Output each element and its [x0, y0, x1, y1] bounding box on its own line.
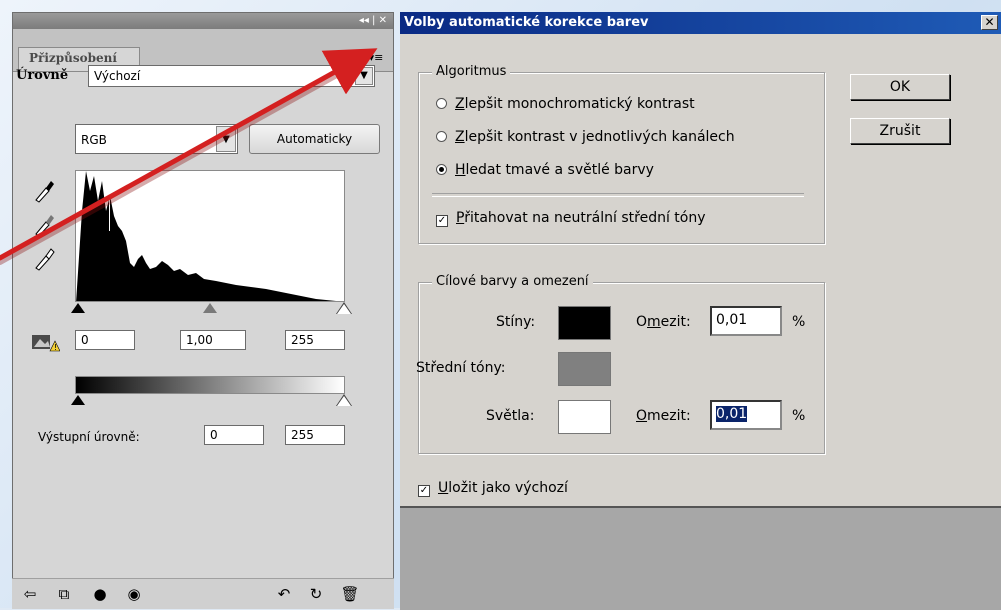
- mnemonic: P: [456, 210, 465, 226]
- preset-value: Výchozí: [94, 69, 141, 83]
- output-white-field[interactable]: 255: [285, 425, 345, 445]
- svg-text:!: !: [54, 343, 57, 352]
- output-white-handle[interactable]: [337, 396, 351, 406]
- output-gradient-bar: [75, 376, 345, 394]
- preset-select[interactable]: Výchozí ▼: [88, 65, 375, 87]
- algo-option-label: lepšit monochromatický kontrast: [464, 96, 695, 112]
- snap-neutral-checkbox[interactable]: ✓ Přitahovat na neutrální střední tóny: [436, 208, 706, 228]
- chevron-down-icon[interactable]: ▼: [216, 126, 236, 152]
- input-white-handle[interactable]: [337, 304, 351, 314]
- output-levels-slider[interactable]: [71, 393, 352, 407]
- highlights-clip-label: Omezit:: [636, 408, 691, 424]
- panel-bottom-toolbar: ⇦ ⧉ ● ◉ ↶ ↻ 🗑: [12, 578, 394, 609]
- dialog-preview-area: [400, 506, 1001, 610]
- shadows-clip-label: Omezit:: [636, 314, 691, 330]
- previous-state-icon[interactable]: ↶: [274, 585, 294, 603]
- clipping-warning-icon[interactable]: !: [30, 330, 60, 352]
- algorithm-legend: Algoritmus: [432, 64, 511, 79]
- highlights-label: Světla:: [486, 408, 535, 424]
- mnemonic: Z: [455, 96, 465, 112]
- panel-menu-icon[interactable]: ▾≡: [368, 51, 384, 65]
- percent-label: %: [792, 408, 806, 424]
- algo-option-label: lepšit kontrast v jednotlivých kanálech: [464, 129, 735, 145]
- input-gamma-handle[interactable]: [203, 303, 217, 313]
- percent-label: %: [792, 314, 806, 330]
- black-eyedropper-icon[interactable]: [32, 176, 56, 204]
- panel-title-bar: ◂◂ | ✕: [13, 13, 393, 29]
- save-default-checkbox[interactable]: ✓ Uložit jako výchozí: [418, 478, 568, 498]
- levels-label: Úrovně: [16, 68, 69, 83]
- white-eyedropper-icon[interactable]: [32, 244, 56, 272]
- dialog-title-bar: Volby automatické korekce barev ✕: [400, 12, 1001, 34]
- cancel-button[interactable]: Zrušit: [850, 118, 950, 144]
- highlights-swatch[interactable]: [558, 400, 611, 434]
- trash-icon[interactable]: 🗑: [340, 585, 360, 603]
- input-black-handle[interactable]: [71, 303, 85, 313]
- snap-neutral-label: řitahovat na neutrální střední tóny: [464, 210, 706, 226]
- auto-button[interactable]: Automaticky: [249, 124, 380, 154]
- mnemonic: Z: [455, 129, 465, 145]
- mask-icon[interactable]: ●: [90, 585, 110, 603]
- algo-option-1[interactable]: Zlepšit monochromatický kontrast: [436, 94, 695, 114]
- midtones-label: Střední tóny:: [416, 360, 506, 376]
- checkbox-checked[interactable]: ✓: [436, 215, 448, 227]
- algo-option-label: ledat tmavé a světlé barvy: [465, 162, 654, 178]
- ok-button[interactable]: OK: [850, 74, 950, 100]
- algo-option-3[interactable]: Hledat tmavé a světlé barvy: [436, 160, 654, 180]
- clip-to-layer-icon[interactable]: ⧉: [54, 585, 74, 603]
- back-arrow-icon[interactable]: ⇦: [20, 585, 40, 603]
- output-black-field[interactable]: 0: [204, 425, 264, 445]
- mnemonic: U: [438, 480, 449, 496]
- histogram-graph: [76, 171, 336, 301]
- chevron-down-icon[interactable]: ▼: [355, 67, 373, 85]
- panel-collapse-close-controls[interactable]: ◂◂ | ✕: [359, 13, 387, 29]
- shadows-clip-input[interactable]: 0,01: [710, 306, 782, 336]
- reset-icon[interactable]: ↻: [306, 585, 326, 603]
- dialog-title: Volby automatické korekce barev: [404, 15, 649, 30]
- radio-button-selected[interactable]: [436, 164, 447, 175]
- eye-icon[interactable]: ◉: [124, 585, 144, 603]
- shadows-swatch[interactable]: [558, 306, 611, 340]
- output-black-handle[interactable]: [71, 395, 85, 405]
- histogram: [75, 170, 345, 302]
- output-levels-label: Výstupní úrovně:: [38, 430, 140, 444]
- mnemonic: H: [455, 162, 466, 178]
- save-default-label: ložit jako výchozí: [448, 480, 568, 496]
- input-white-field[interactable]: 255: [285, 330, 345, 350]
- channel-select[interactable]: RGB ▼: [75, 124, 238, 154]
- target-colors-legend: Cílové barvy a omezení: [432, 274, 593, 289]
- input-gamma-field[interactable]: 1,00: [180, 330, 246, 350]
- shadows-label: Stíny:: [496, 314, 536, 330]
- selected-text: 0,01: [716, 406, 748, 422]
- close-icon[interactable]: ✕: [981, 15, 998, 30]
- radio-button[interactable]: [436, 131, 447, 142]
- midtones-swatch[interactable]: [558, 352, 611, 386]
- highlights-clip-input[interactable]: 0,01: [710, 400, 782, 430]
- radio-button[interactable]: [436, 98, 447, 109]
- input-black-field[interactable]: 0: [75, 330, 135, 350]
- channel-value: RGB: [81, 133, 107, 147]
- input-levels-slider[interactable]: [71, 301, 352, 315]
- gray-eyedropper-icon[interactable]: [32, 210, 56, 238]
- checkbox-checked[interactable]: ✓: [418, 485, 430, 497]
- algo-option-2[interactable]: Zlepšit kontrast v jednotlivých kanálech: [436, 127, 735, 147]
- group-separator: [432, 193, 804, 197]
